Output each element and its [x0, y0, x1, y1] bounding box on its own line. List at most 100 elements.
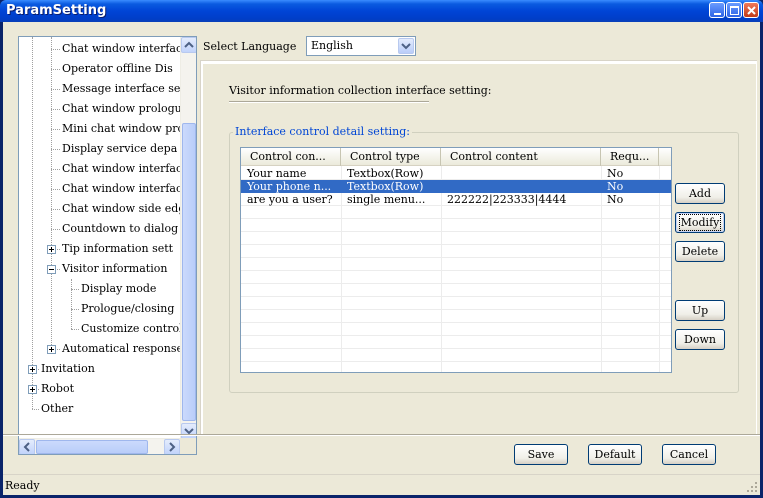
grid-line	[241, 244, 671, 245]
language-select[interactable]: English	[306, 36, 416, 56]
add-button[interactable]: Add	[675, 183, 725, 204]
tree-item[interactable]: Tip information sett	[62, 239, 173, 259]
tree-branch	[71, 309, 79, 310]
table-row[interactable]: Your phone n... Textbox(Row) No	[241, 180, 671, 193]
tree-branch	[71, 329, 79, 330]
maximize-button[interactable]	[726, 2, 742, 18]
column-control-type[interactable]: Control type	[341, 148, 441, 166]
tree-item[interactable]: Robot	[41, 379, 74, 399]
expand-icon[interactable]	[28, 385, 37, 394]
footer-divider	[3, 434, 760, 436]
language-label: Select Language	[203, 40, 297, 53]
grid-line	[241, 361, 671, 362]
status-bar: Ready	[3, 474, 760, 495]
table-row[interactable]: are you a user? single menu... 222222|2233…	[241, 193, 671, 206]
table-cell: are you a user?	[247, 193, 333, 206]
grid-line	[241, 322, 671, 323]
tree-item[interactable]: Visitor information	[62, 259, 167, 279]
tree-item[interactable]: Countdown to dialog	[62, 219, 178, 239]
table-cell: Your phone n...	[247, 180, 332, 193]
table-cell: Textbox(Row)	[347, 167, 424, 180]
scroll-corner	[180, 438, 196, 454]
save-button[interactable]: Save	[514, 444, 568, 465]
tree-item[interactable]: Automatical response	[62, 339, 183, 359]
tree-item[interactable]: Message interface se	[62, 79, 180, 99]
tree-branch	[51, 229, 60, 230]
param-setting-window: ParamSetting Chat window interfac Operato…	[0, 0, 763, 498]
grid-line	[241, 348, 671, 349]
tree-item[interactable]: Display mode	[81, 279, 156, 299]
dropdown-button[interactable]	[398, 38, 414, 54]
tree-item[interactable]: Chat window prologue	[62, 99, 188, 119]
tree-connector	[71, 279, 72, 329]
tree-connector	[51, 37, 52, 349]
tree-item[interactable]: Operator offline Dis	[62, 59, 173, 79]
control-list[interactable]: Control con... Control type Control cont…	[240, 147, 672, 373]
delete-button[interactable]: Delete	[675, 241, 725, 262]
tree-branch	[51, 149, 60, 150]
table-cell: single menu...	[347, 193, 426, 206]
column-control-content[interactable]: Control content	[441, 148, 601, 166]
status-text: Ready	[5, 479, 40, 492]
chevron-up-icon	[184, 41, 194, 48]
grid-line	[241, 283, 671, 284]
scroll-up-button[interactable]	[181, 37, 196, 53]
grid-line	[241, 270, 671, 271]
tree-branch	[51, 69, 60, 70]
chevron-right-icon	[169, 442, 176, 452]
tree-item[interactable]: Display service depa	[62, 139, 177, 159]
tree-item[interactable]: Mini chat window pro	[62, 119, 184, 139]
close-icon	[747, 6, 756, 15]
table-cell	[441, 167, 601, 180]
collapse-icon[interactable]	[47, 265, 56, 274]
expand-icon[interactable]	[28, 365, 37, 374]
table-row[interactable]: Your name Textbox(Row) No	[241, 167, 671, 180]
tree-item[interactable]: Invitation	[41, 359, 95, 379]
title-bar[interactable]: ParamSetting	[0, 0, 763, 22]
tree-hscroll-thumb[interactable]	[36, 440, 148, 454]
tree-horizontal-scrollbar[interactable]	[19, 438, 180, 454]
grid-line	[241, 257, 671, 258]
tree-item[interactable]: Chat window interfac	[62, 159, 182, 179]
tree-item[interactable]: Chat window side edg	[62, 199, 185, 219]
settings-tree[interactable]: Chat window interfac Operator offline Dis…	[18, 36, 197, 455]
expand-icon[interactable]	[47, 345, 56, 354]
scroll-left-button[interactable]	[19, 439, 35, 454]
resize-grip-icon[interactable]	[746, 481, 758, 493]
tree-item[interactable]: Chat window interfac	[62, 179, 182, 199]
column-control-name[interactable]: Control con...	[241, 148, 341, 166]
default-button[interactable]: Default	[588, 444, 642, 465]
minimize-button[interactable]	[709, 2, 725, 18]
table-cell: Your name	[247, 167, 307, 180]
tree-vertical-scrollbar[interactable]	[180, 37, 196, 439]
tree-item[interactable]: Prologue/closing	[81, 299, 174, 319]
list-header: Control con... Control type Control cont…	[241, 148, 671, 166]
tree-scroll-thumb[interactable]	[182, 123, 196, 421]
language-value: English	[311, 39, 353, 52]
table-cell: No	[607, 180, 624, 193]
maximize-icon	[730, 6, 739, 15]
tree-branch	[51, 129, 60, 130]
grid-line	[241, 218, 671, 219]
cancel-button[interactable]: Cancel	[662, 444, 716, 465]
tree-branch	[51, 209, 60, 210]
modify-button[interactable]: Modify	[675, 212, 725, 233]
group-legend: Interface control detail setting:	[233, 125, 413, 138]
expand-icon[interactable]	[47, 245, 56, 254]
tree-item[interactable]: Customize control	[81, 319, 183, 339]
table-cell	[441, 180, 601, 193]
tree-branch	[51, 49, 60, 50]
scroll-right-button[interactable]	[164, 439, 180, 454]
down-button[interactable]: Down	[675, 329, 725, 350]
tree-branch	[32, 409, 39, 410]
tree-branch	[71, 289, 79, 290]
chevron-left-icon	[23, 442, 30, 452]
tree-item[interactable]: Other	[41, 399, 73, 419]
column-required[interactable]: Requ...	[601, 148, 659, 166]
minimize-icon	[714, 13, 721, 15]
grid-line	[241, 309, 671, 310]
close-button[interactable]	[743, 2, 759, 18]
up-button[interactable]: Up	[675, 300, 725, 321]
scroll-down-button[interactable]	[181, 423, 196, 439]
tree-item[interactable]: Chat window interfac	[62, 39, 182, 59]
